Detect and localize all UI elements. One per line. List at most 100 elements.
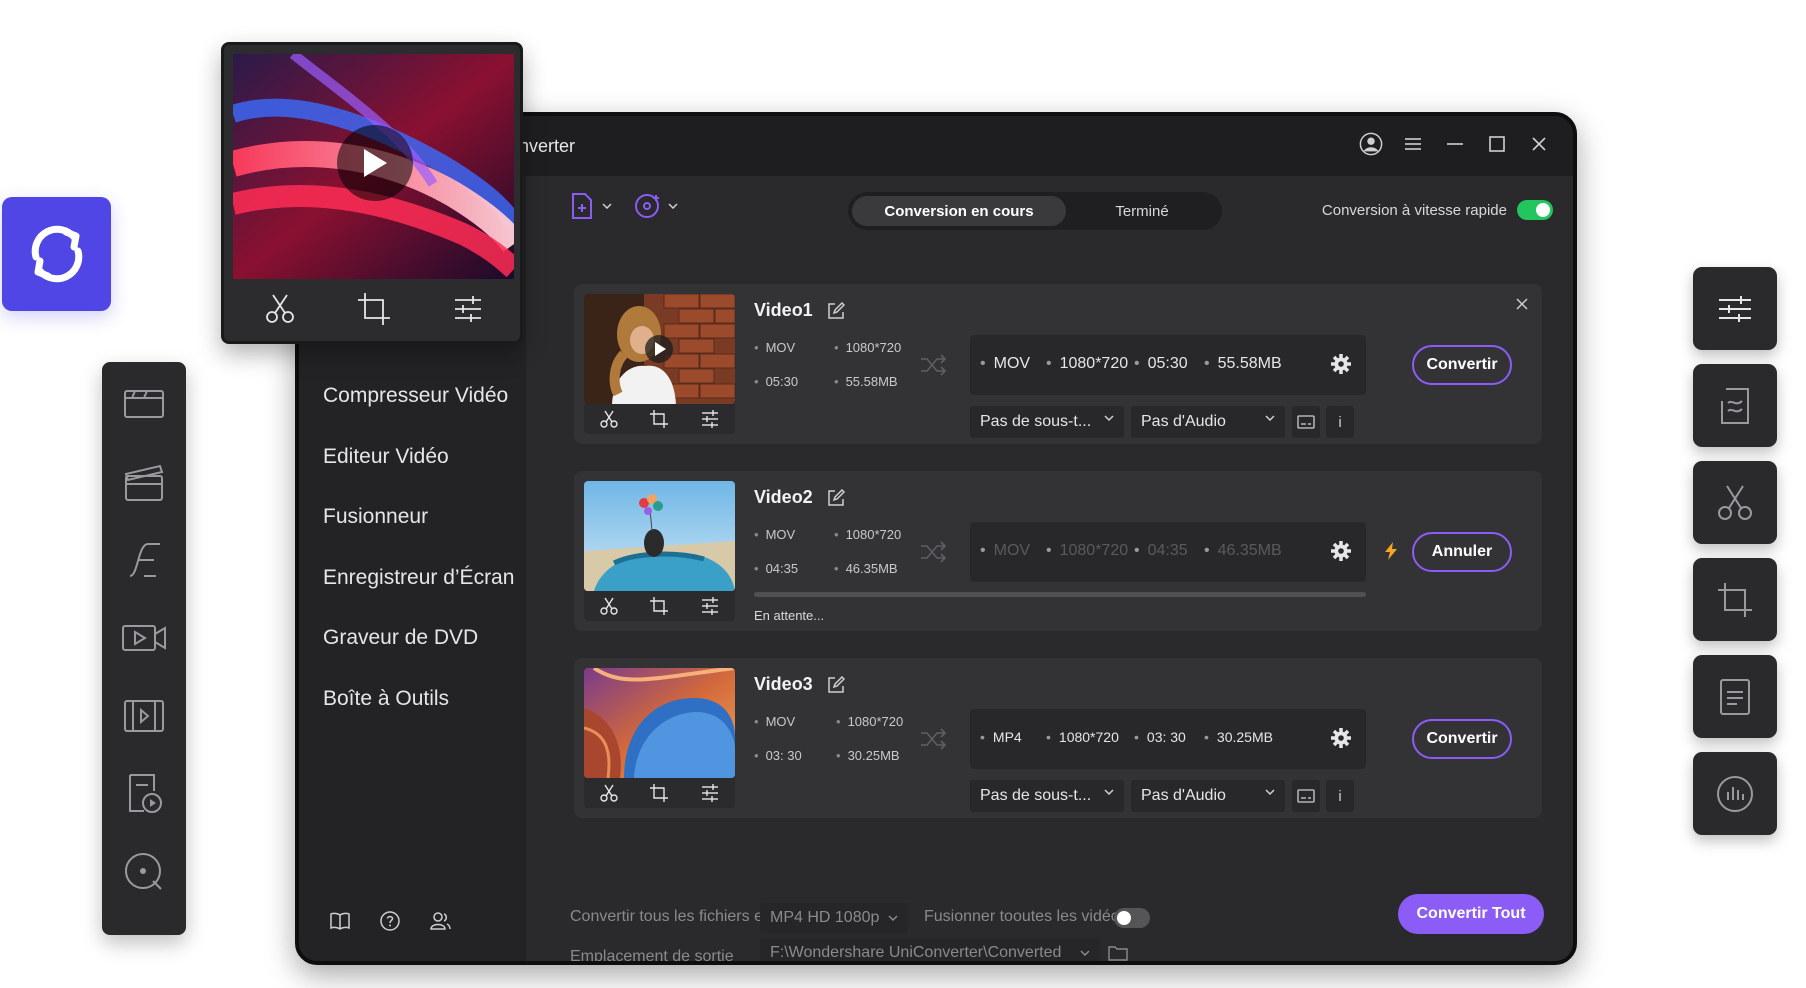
video-editor-icon[interactable] <box>120 458 168 506</box>
watermark-icon[interactable] <box>1693 364 1777 447</box>
convert-button[interactable]: Convertir <box>1412 345 1512 385</box>
close-icon[interactable] <box>1527 130 1551 158</box>
preview-image[interactable] <box>233 54 514 279</box>
video-name-label: Video3 <box>754 674 813 694</box>
sidebar-item-dvd-burner[interactable]: Graveur de DVD <box>323 608 514 669</box>
crop-icon[interactable] <box>649 596 669 616</box>
fast-conversion-toggle[interactable] <box>1517 200 1553 220</box>
output-resolution: 1080*720 <box>1046 542 1129 560</box>
subtitle-edit-button[interactable] <box>1292 406 1320 438</box>
subtitle-value: Pas de sous-t... <box>980 787 1092 804</box>
chevron-down-icon <box>1265 789 1275 795</box>
subtitle-select[interactable]: Pas de sous-t... <box>970 780 1124 812</box>
source-size: 46.35MB <box>834 561 898 576</box>
cancel-button[interactable]: Annuler <box>1412 532 1512 572</box>
menu-icon[interactable] <box>1401 130 1425 158</box>
scissors-icon[interactable] <box>599 783 619 803</box>
edit-icon[interactable] <box>827 488 845 507</box>
subtitle-select[interactable]: Pas de sous-t... <box>970 406 1124 438</box>
audio-value: Pas d'Audio <box>1141 787 1226 804</box>
maximize-icon[interactable] <box>1485 130 1509 158</box>
source-resolution: 1080*720 <box>836 714 904 729</box>
subtitle-edit-button[interactable] <box>1292 780 1320 812</box>
settings-sliders-icon[interactable] <box>700 783 720 803</box>
account-icon[interactable] <box>1359 130 1383 158</box>
output-resolution: 1080*720 <box>1046 355 1129 373</box>
add-disc-button[interactable] <box>634 192 678 220</box>
info-button[interactable]: i <box>1326 406 1354 438</box>
chevron-down-icon <box>1080 950 1090 956</box>
player-icon[interactable] <box>120 848 168 896</box>
audio-value: Pas d'Audio <box>1141 413 1226 430</box>
source-duration: 05:30 <box>754 374 799 389</box>
source-duration: 04:35 <box>754 561 799 576</box>
sidebar-item-merger[interactable]: Fusionneur <box>323 487 514 548</box>
crop-icon[interactable] <box>357 292 391 326</box>
output-path-field[interactable]: F:\Wondershare UniConverter\Converted <box>760 938 1100 961</box>
video3-thumb-tools <box>584 778 735 808</box>
info-button[interactable]: i <box>1326 780 1354 812</box>
dvd-burner-icon[interactable] <box>120 770 168 818</box>
main-panel: Conversion en cours Terminé Conversion à… <box>526 176 1573 965</box>
audio-select[interactable]: Pas d'Audio <box>1131 780 1285 812</box>
tab-converting[interactable]: Conversion en cours <box>852 196 1066 226</box>
play-button[interactable] <box>337 125 413 201</box>
convert-all-button[interactable]: Convertir Tout <box>1398 894 1544 934</box>
chevron-down-icon <box>1265 415 1275 421</box>
add-files-button[interactable] <box>570 192 612 220</box>
convert-button[interactable]: Convertir <box>1412 719 1512 759</box>
source-format: MOV <box>754 340 796 355</box>
settings-sliders-icon[interactable] <box>1693 267 1777 350</box>
minimize-icon[interactable] <box>1443 130 1467 158</box>
subtitle-icon[interactable] <box>1693 655 1777 738</box>
folder-icon[interactable] <box>1108 945 1128 961</box>
scissors-icon[interactable] <box>599 409 619 429</box>
sidebar-item-compressor[interactable]: Compresseur Vidéo <box>323 366 514 427</box>
audio-select[interactable]: Pas d'Audio <box>1131 406 1285 438</box>
sidebar-item-editor[interactable]: Editeur Vidéo <box>323 427 514 488</box>
screen-recorder-icon[interactable] <box>120 614 168 662</box>
book-icon[interactable] <box>329 910 351 932</box>
crop-icon[interactable] <box>1693 558 1777 641</box>
tab-finished[interactable]: Terminé <box>1066 203 1218 220</box>
gear-icon[interactable] <box>1330 727 1352 749</box>
gear-icon[interactable] <box>1330 540 1352 562</box>
video1-thumbnail[interactable] <box>584 294 735 404</box>
video-converter-icon[interactable] <box>120 380 168 428</box>
settings-sliders-icon[interactable] <box>700 596 720 616</box>
scissors-icon[interactable] <box>264 293 296 325</box>
output-location-label: Emplacement de sortie <box>570 948 734 965</box>
merge-toggle[interactable] <box>1114 908 1150 928</box>
video3-thumbnail[interactable] <box>584 668 735 778</box>
video2-name: Video2 <box>754 487 845 508</box>
users-icon[interactable] <box>429 910 451 932</box>
merger-icon[interactable] <box>120 536 168 584</box>
video3-output-settings[interactable]: MP4 1080*720 03: 30 30.25MB <box>970 709 1366 769</box>
scissors-icon[interactable] <box>599 596 619 616</box>
file-card-video3: Video3 MOV 1080*720 03: 30 30.25MB MP4 1… <box>574 658 1542 818</box>
output-format-select[interactable]: MP4 HD 1080p <box>760 903 908 933</box>
help-icon[interactable] <box>379 910 401 932</box>
chevron-down-icon <box>888 915 898 921</box>
edit-icon[interactable] <box>827 301 845 320</box>
output-format: MOV <box>980 542 1030 560</box>
edit-icon[interactable] <box>827 675 845 694</box>
crop-icon[interactable] <box>649 783 669 803</box>
settings-sliders-icon[interactable] <box>700 409 720 429</box>
compress-icon[interactable] <box>120 692 168 740</box>
preview-tools <box>233 281 514 336</box>
output-format: MOV <box>980 355 1030 373</box>
video1-output-settings[interactable]: MOV 1080*720 05:30 55.58MB <box>970 335 1366 395</box>
chevron-down-icon <box>1104 789 1114 795</box>
close-icon[interactable] <box>1516 298 1528 310</box>
sidebar-item-screen-recorder[interactable]: Enregistreur d’Écran <box>323 548 514 609</box>
settings-sliders-icon[interactable] <box>453 295 483 323</box>
source-size: 55.58MB <box>834 374 898 389</box>
video2-thumbnail[interactable] <box>584 481 735 591</box>
gear-icon[interactable] <box>1330 353 1352 375</box>
crop-icon[interactable] <box>649 409 669 429</box>
audio-icon[interactable] <box>1693 752 1777 835</box>
sidebar-item-toolbox[interactable]: Boîte à Outils <box>323 669 514 730</box>
shuffle-icon <box>921 354 947 376</box>
scissors-icon[interactable] <box>1693 461 1777 544</box>
